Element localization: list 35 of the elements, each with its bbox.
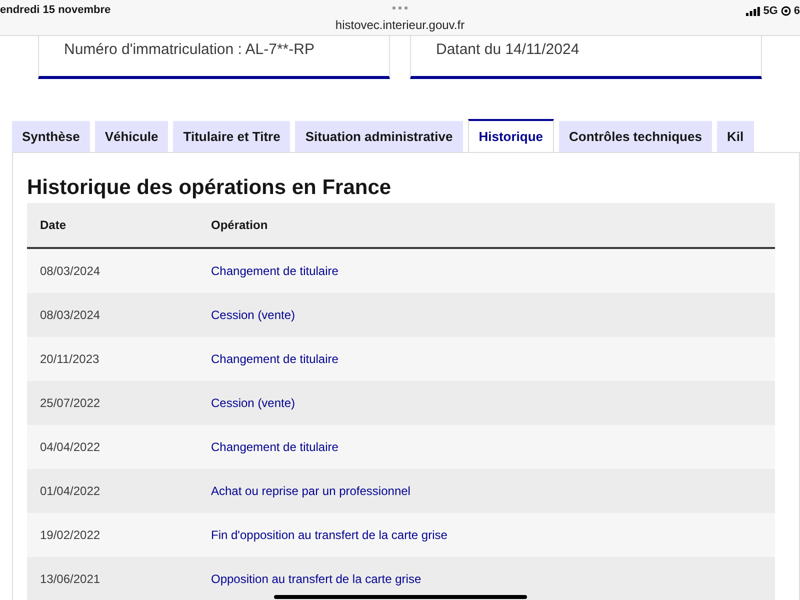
tab[interactable]: Kil — [716, 121, 754, 152]
tab[interactable]: Situation administrative — [295, 121, 463, 152]
card-text: Datant du 14/11/2024 — [436, 41, 580, 58]
date-cell-text: 08/03/2024 — [39, 263, 102, 280]
operation-cell-text: Changement de titulaire — [211, 351, 338, 368]
date-cell-text: 20/11/2023 — [39, 351, 100, 368]
date-cell-text: 04/04/2022 — [39, 439, 102, 456]
tab[interactable]: Synthèse — [12, 121, 90, 152]
more-dots-icon — [392, 6, 408, 10]
tab[interactable]: Véhicule — [94, 121, 168, 152]
operation-cell-text: Changement de titulaire — [211, 263, 338, 280]
date-cell-text: 13/06/2021 — [39, 571, 102, 588]
operation-cell-text: Cession (vente) — [211, 395, 296, 412]
column-header: Date — [39, 217, 68, 234]
status-date: endredi 15 novembre — [0, 3, 111, 18]
tab[interactable]: Contrôles techniques — [559, 121, 712, 152]
operation-cell-text: Achat ou reprise par un professionnel — [211, 483, 410, 500]
operation-cell-text: Fin d'opposition au transfert de la carte grise — [211, 527, 448, 544]
card-text: Numéro d'immatriculation : AL-7**-RP — [64, 41, 314, 58]
operation-cell-text: Opposition au transfert de la carte grise — [211, 571, 422, 588]
section-title: Historique des opérations en France — [27, 175, 392, 201]
signal-icon — [746, 6, 760, 16]
date-cell-text: 19/02/2022 — [39, 527, 102, 544]
tab[interactable]: Titulaire et Titre — [173, 121, 290, 152]
date-cell-text: 08/03/2024 — [39, 307, 102, 324]
network-label: 5G — [763, 4, 778, 19]
operation-cell-text: Changement de titulaire — [211, 439, 338, 456]
operation-cell-text: Cession (vente) — [211, 307, 296, 324]
tab[interactable]: Historique — [468, 119, 554, 152]
battery-level: 6 — [794, 4, 800, 19]
orientation-lock-icon — [780, 6, 791, 16]
date-cell-text: 01/04/2022 — [39, 483, 102, 500]
column-header: Opération — [211, 217, 268, 234]
date-cell-text: 25/07/2022 — [39, 395, 102, 412]
address-url[interactable]: histovec.interieur.gouv.fr — [0, 16, 800, 34]
